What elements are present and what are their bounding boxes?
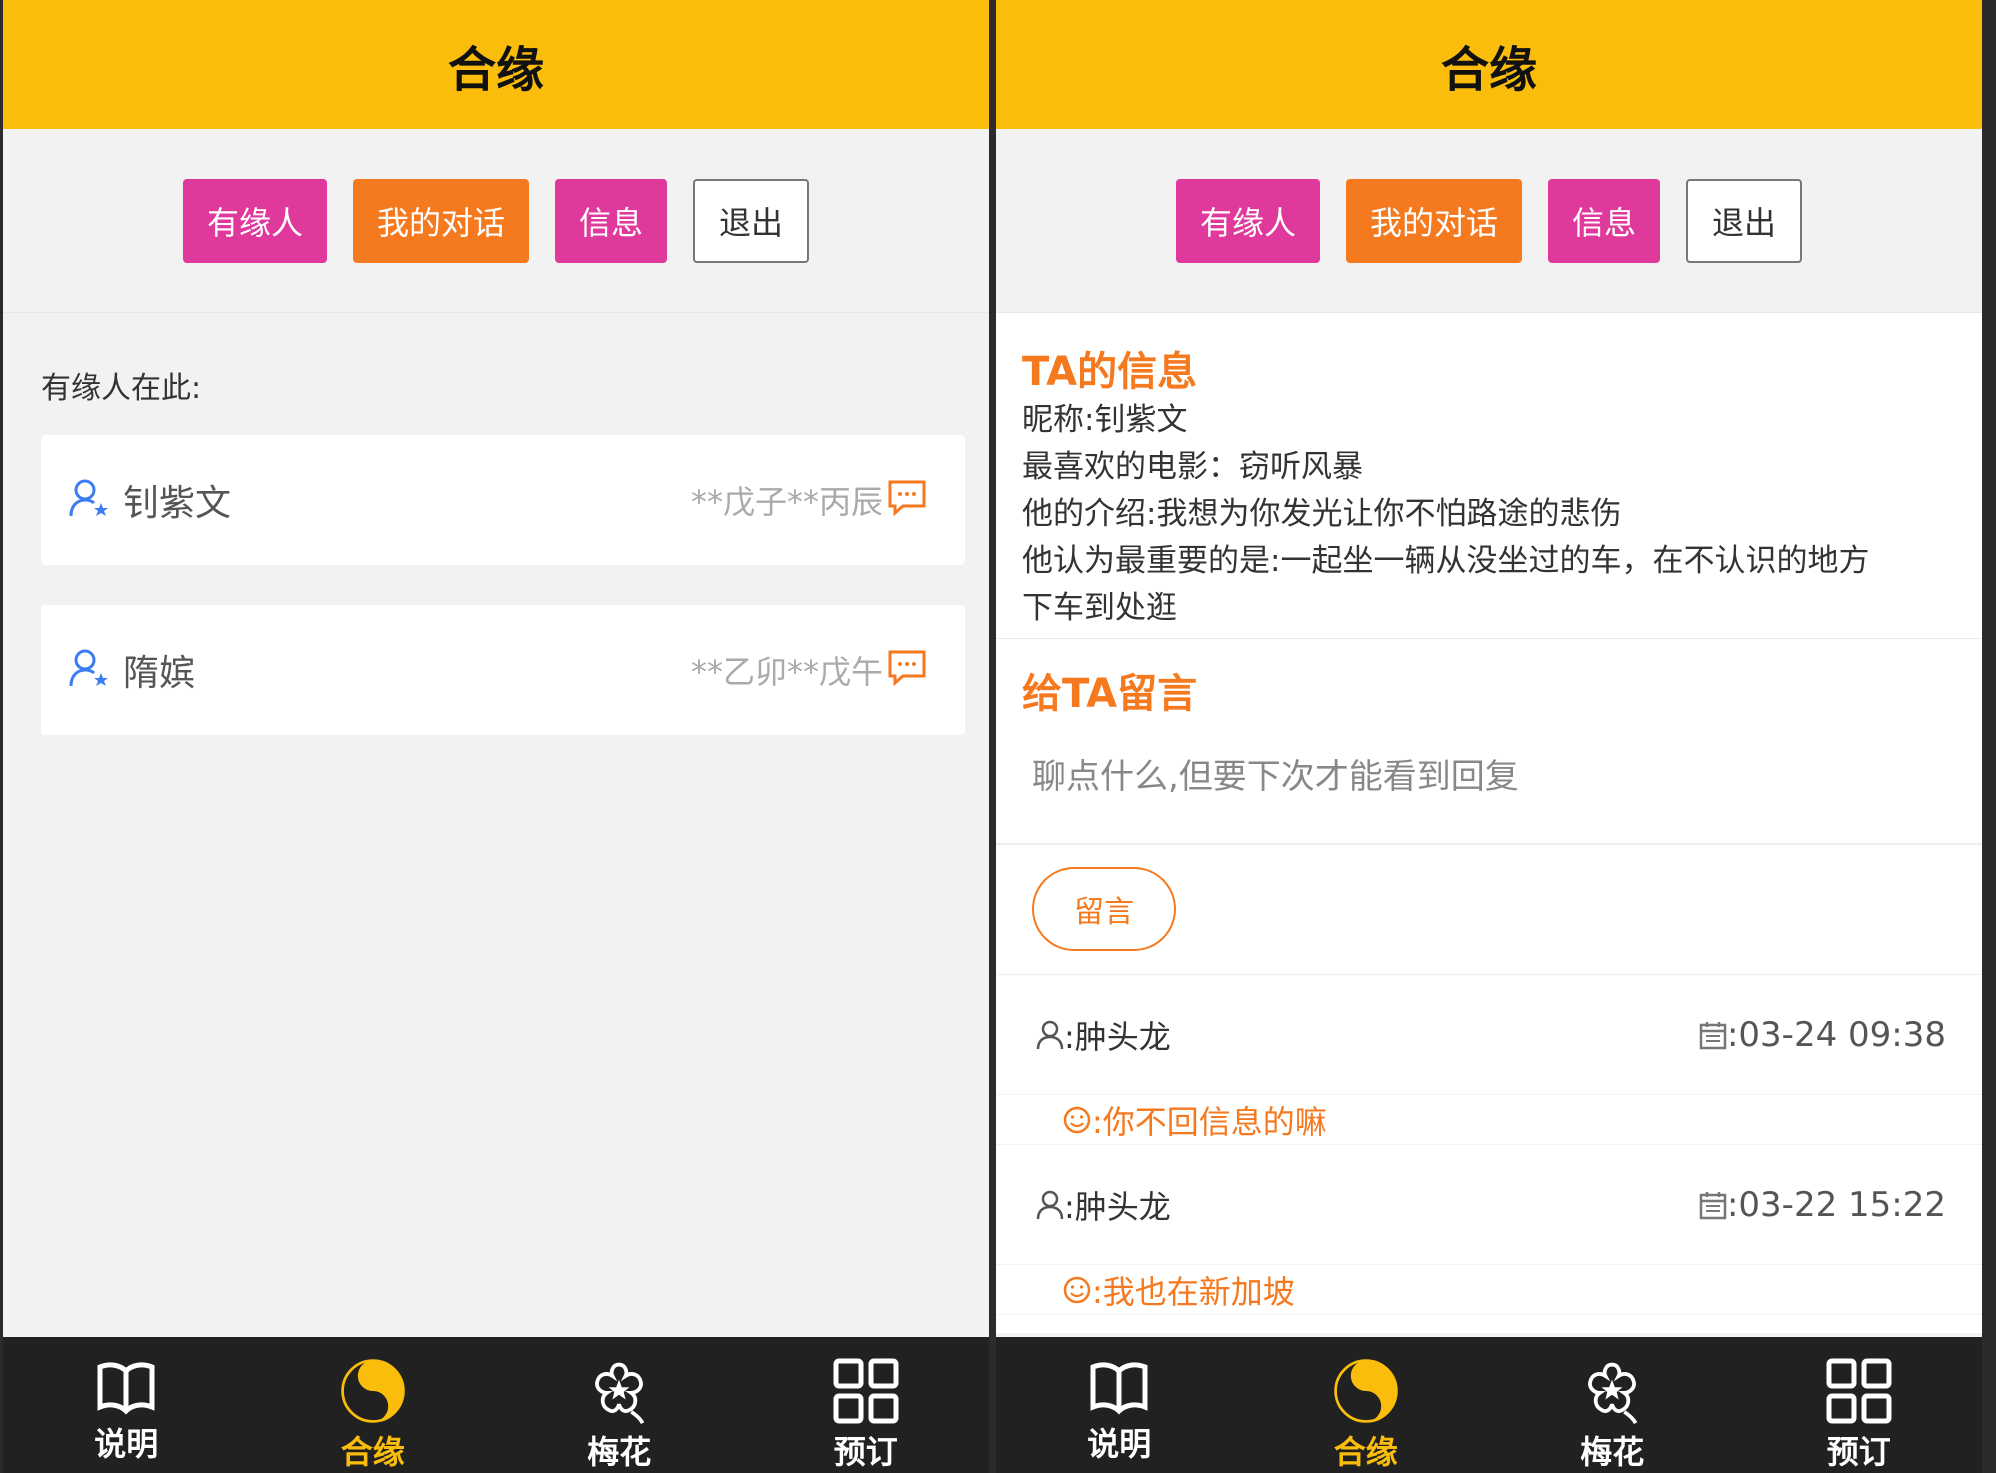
matches-button[interactable]: 有缘人: [1175, 178, 1320, 263]
comment-header: :肿头龙 :03-22 15:22: [996, 1145, 1982, 1265]
ta-info: TA的信息 昵称:钊紫文 最喜欢的电影：窃听风暴 他的介绍:我想为你发光让你不怕…: [996, 313, 1982, 639]
user-icon: [1036, 1190, 1064, 1219]
page-title: 合缘: [3, 0, 989, 129]
match-name: 隋嫔: [123, 653, 196, 694]
logout-button[interactable]: 退出: [693, 178, 810, 263]
comment-time: :03-24 09:38: [1726, 1014, 1946, 1055]
tab-label: 说明: [1087, 1425, 1152, 1463]
tab-label: 说明: [94, 1425, 159, 1463]
matches-button[interactable]: 有缘人: [182, 178, 327, 263]
chat-icon[interactable]: [887, 479, 927, 521]
tab-match[interactable]: 合缘: [1243, 1337, 1490, 1473]
calendar-icon: [1699, 1021, 1727, 1049]
user-star-icon: [67, 476, 111, 524]
tab-bar: 说明 合缘 梅花 预订: [3, 1337, 989, 1473]
comment-user: :肿头龙: [1064, 1187, 1171, 1226]
logout-button[interactable]: 退出: [1686, 178, 1803, 263]
tab-match[interactable]: 合缘: [250, 1337, 497, 1473]
yin-yang-icon: [1333, 1359, 1398, 1423]
comment-text: :我也在新加坡: [1092, 1272, 1295, 1311]
list-title: 有缘人在此:: [41, 371, 202, 406]
tab-label: 预订: [1826, 1433, 1891, 1471]
info-nickname: 昵称:钊紫文: [1022, 402, 1188, 438]
message-section: 给TA留言 聊点什么,但要下次才能看到回复 留言: [996, 639, 1982, 975]
match-bazi: **戊子**丙辰: [690, 483, 883, 521]
message-input[interactable]: 聊点什么,但要下次才能看到回复: [996, 719, 1982, 845]
tab-plum[interactable]: 梅花: [1489, 1337, 1736, 1473]
comment-user: :肿头龙: [1064, 1017, 1171, 1056]
tab-booking[interactable]: 预订: [743, 1337, 990, 1473]
left-screen: 合缘 有缘人 我的对话 信息 退出 有缘人在此: 钊紫文 **戊子**丙辰 隋嫔…: [3, 0, 989, 1473]
match-item[interactable]: 钊紫文 **戊子**丙辰: [41, 435, 965, 565]
match-item[interactable]: 隋嫔 **乙卯**戊午: [41, 605, 965, 735]
right-screen: 合缘 有缘人 我的对话 信息 退出 TA的信息 昵称:钊紫文 最喜欢的电影：窃听…: [996, 0, 1982, 1473]
my-conversations-button[interactable]: 我的对话: [352, 178, 529, 263]
my-conversations-button[interactable]: 我的对话: [1345, 178, 1522, 263]
profile-detail: TA的信息 昵称:钊紫文 最喜欢的电影：窃听风暴 他的介绍:我想为你发光让你不怕…: [996, 313, 1982, 1333]
tab-label: 合缘: [1333, 1433, 1398, 1471]
info-movie: 最喜欢的电影：窃听风暴: [1022, 449, 1363, 485]
match-bazi: **乙卯**戊午: [690, 653, 883, 691]
info-important-cont: 下车到处逛: [1022, 590, 1177, 626]
match-name: 钊紫文: [123, 483, 232, 524]
comment-text: :你不回信息的嘛: [1092, 1102, 1327, 1141]
grid-icon: [833, 1358, 899, 1424]
plum-blossom-icon: [595, 1362, 645, 1425]
comment-text-row: :你不回信息的嘛: [996, 1095, 1982, 1145]
action-buttons: 有缘人 我的对话 信息 退出: [3, 129, 989, 313]
action-buttons: 有缘人 我的对话 信息 退出: [996, 129, 1982, 313]
yin-yang-icon: [340, 1359, 405, 1423]
tab-booking[interactable]: 预订: [1736, 1337, 1983, 1473]
tab-plum[interactable]: 梅花: [496, 1337, 743, 1473]
plum-blossom-icon: [1588, 1362, 1638, 1425]
message-title: 给TA留言: [1022, 671, 1198, 717]
calendar-icon: [1699, 1191, 1727, 1219]
leave-message-button[interactable]: 留言: [1032, 867, 1176, 951]
page-title: 合缘: [996, 0, 1982, 129]
info-intro: 他的介绍:我想为你发光让你不怕路途的悲伤: [1022, 496, 1622, 532]
tab-label: 梅花: [587, 1433, 652, 1471]
info-important: 他认为最重要的是:一起坐一辆从没坐过的车，在不认识的地方: [1022, 543, 1870, 579]
book-icon: [1090, 1362, 1148, 1415]
smile-icon: [1063, 1106, 1091, 1133]
comment-time: :03-22 15:22: [1726, 1184, 1946, 1225]
tab-instructions[interactable]: 说明: [996, 1337, 1243, 1473]
tab-label: 预订: [833, 1433, 898, 1471]
user-icon: [1036, 1020, 1064, 1049]
messages-button[interactable]: 信息: [1548, 178, 1661, 263]
messages-button[interactable]: 信息: [555, 178, 668, 263]
user-star-icon: [67, 646, 111, 694]
comment-text-row: :我也在新加坡: [996, 1265, 1982, 1315]
grid-icon: [1826, 1358, 1892, 1424]
chat-icon[interactable]: [887, 649, 927, 691]
tab-bar: 说明 合缘 梅花 预订: [996, 1337, 1982, 1473]
info-title: TA的信息: [1022, 349, 1198, 395]
comment-header: :肿头龙 :03-24 09:38: [996, 975, 1982, 1095]
tab-instructions[interactable]: 说明: [3, 1337, 250, 1473]
book-icon: [97, 1362, 155, 1415]
tab-label: 合缘: [340, 1433, 405, 1471]
tab-label: 梅花: [1580, 1433, 1645, 1471]
divider: [989, 0, 996, 1473]
smile-icon: [1063, 1276, 1091, 1303]
